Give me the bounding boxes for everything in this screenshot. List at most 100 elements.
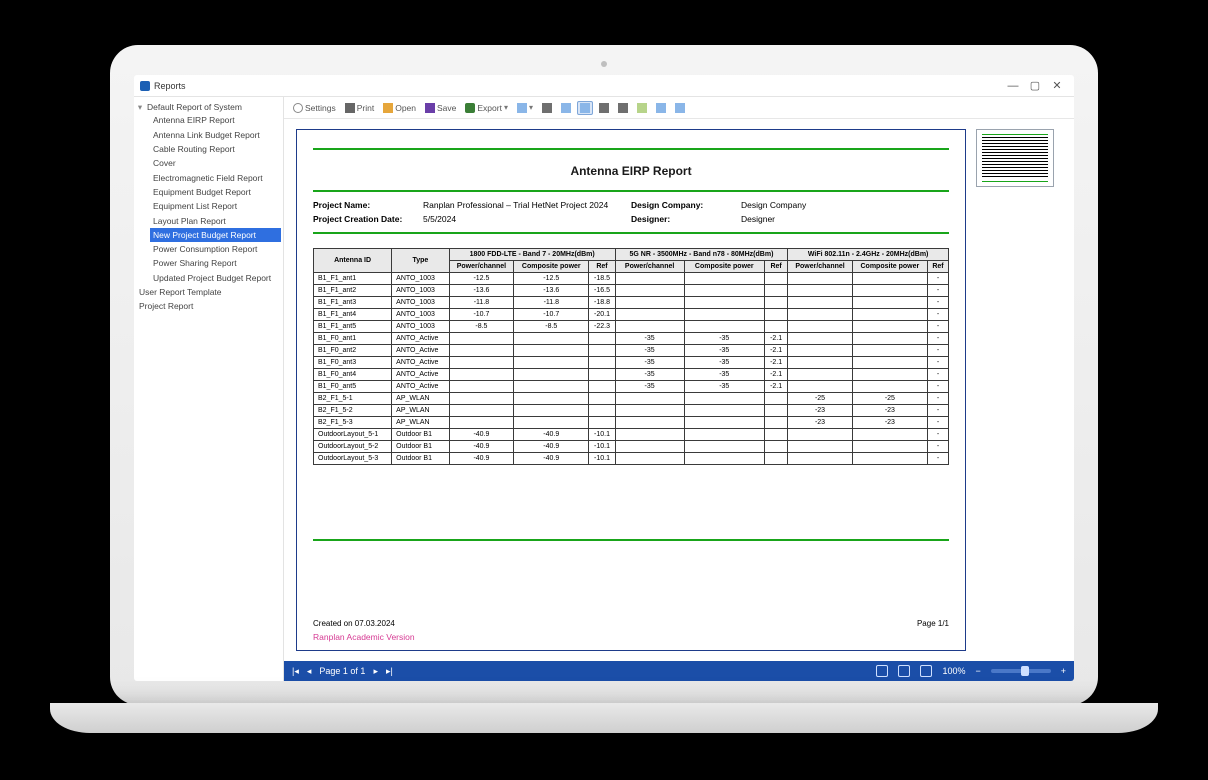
table-cell: -: [927, 285, 948, 297]
tree-item[interactable]: Power Sharing Report: [150, 256, 281, 270]
table-row: B1_F0_ant5ANTO_Active-35-35-2.1-: [314, 381, 949, 393]
table-cell: Outdoor B1: [392, 441, 450, 453]
table-cell: [788, 297, 853, 309]
table-cell: [788, 369, 853, 381]
tree-item[interactable]: Equipment Budget Report: [150, 185, 281, 199]
table-cell: -13.6: [514, 285, 589, 297]
maximize-button[interactable]: ▢: [1024, 79, 1046, 92]
export-icon: [465, 103, 475, 113]
toolbar-btn-g[interactable]: [634, 101, 650, 115]
table-cell: [615, 321, 684, 333]
table-cell: -10.7: [514, 309, 589, 321]
zoom-in[interactable]: +: [1061, 666, 1066, 676]
toolbar-btn-c[interactable]: [558, 101, 574, 115]
report-tree[interactable]: ▾ Default Report of System Antenna EIRP …: [134, 97, 284, 681]
open-button[interactable]: Open: [380, 101, 419, 115]
tree-item[interactable]: Updated Project Budget Report: [150, 271, 281, 285]
table-cell: [764, 393, 787, 405]
tool-icon: [637, 103, 647, 113]
report-page: Antenna EIRP Report Project Name: Ranpla…: [296, 129, 966, 651]
table-cell: OutdoorLayout_5-1: [314, 429, 392, 441]
table-cell: B1_F1_ant5: [314, 321, 392, 333]
table-cell: [684, 273, 764, 285]
export-button[interactable]: Export▾: [462, 101, 511, 115]
toolbar-btn-i[interactable]: [672, 101, 688, 115]
table-cell: [449, 357, 514, 369]
settings-label: Settings: [305, 103, 336, 113]
tree-item[interactable]: Cable Routing Report: [150, 142, 281, 156]
page-footer: Created on 07.03.2024 Page 1/1: [313, 619, 949, 628]
table-row: B1_F0_ant4ANTO_Active-35-35-2.1-: [314, 369, 949, 381]
open-icon: [383, 103, 393, 113]
table-cell: [788, 309, 853, 321]
close-button[interactable]: ✕: [1046, 79, 1068, 92]
table-cell: [788, 453, 853, 465]
toolbar-btn-d[interactable]: [577, 101, 593, 115]
view-mode-icon[interactable]: [876, 665, 888, 677]
table-cell: -2.1: [764, 345, 787, 357]
view-mode-icon[interactable]: [898, 665, 910, 677]
nav-first[interactable]: |◂: [292, 666, 299, 677]
toolbar-btn-b[interactable]: [539, 101, 555, 115]
nav-last[interactable]: ▸|: [386, 666, 393, 677]
zoom-out[interactable]: −: [975, 666, 980, 676]
table-cell: B1_F1_ant3: [314, 297, 392, 309]
zoom-slider[interactable]: [991, 669, 1051, 673]
tree-item[interactable]: Antenna Link Budget Report: [150, 128, 281, 142]
titlebar: Reports — ▢ ✕: [134, 75, 1074, 97]
tree-root[interactable]: ▾ Default Report of System: [136, 101, 281, 113]
minimize-button[interactable]: —: [1002, 80, 1024, 92]
table-cell: -11.8: [449, 297, 514, 309]
tree-item[interactable]: Electromagnetic Field Report: [150, 171, 281, 185]
settings-button[interactable]: Settings: [290, 101, 339, 115]
table-cell: [589, 381, 615, 393]
toolbar-btn-h[interactable]: [653, 101, 669, 115]
table-cell: ANTO_Active: [392, 333, 450, 345]
table-cell: -35: [684, 333, 764, 345]
table-cell: -11.8: [514, 297, 589, 309]
table-cell: -35: [684, 345, 764, 357]
table-row: B2_F1_5-2AP_WLAN-23-23-: [314, 405, 949, 417]
tree-item[interactable]: Equipment List Report: [150, 199, 281, 213]
table-cell: B1_F0_ant5: [314, 381, 392, 393]
tree-item[interactable]: Power Consumption Report: [150, 242, 281, 256]
table-cell: -12.5: [514, 273, 589, 285]
tree-item[interactable]: Layout Plan Report: [150, 214, 281, 228]
divider: [313, 148, 949, 150]
view-mode-icon[interactable]: [920, 665, 932, 677]
nav-next[interactable]: ▸: [373, 666, 378, 677]
toolbar-btn-f[interactable]: [615, 101, 631, 115]
table-cell: -23: [852, 417, 927, 429]
nav-prev[interactable]: ◂: [307, 666, 312, 677]
table-cell: [615, 453, 684, 465]
table-cell: [788, 357, 853, 369]
tree-item[interactable]: Project Report: [136, 299, 281, 313]
tree-item[interactable]: Cover: [150, 156, 281, 170]
table-cell: [684, 441, 764, 453]
toolbar-btn-e[interactable]: [596, 101, 612, 115]
page-thumbnail[interactable]: [976, 129, 1054, 187]
tree-item[interactable]: Antenna EIRP Report: [150, 113, 281, 127]
tree-item[interactable]: User Report Template: [136, 285, 281, 299]
toolbar-btn-a[interactable]: ▾: [514, 101, 536, 115]
table-cell: [764, 453, 787, 465]
table-row: B1_F0_ant2ANTO_Active-35-35-2.1-: [314, 345, 949, 357]
table-cell: B1_F0_ant2: [314, 345, 392, 357]
table-cell: -35: [615, 381, 684, 393]
tree-item[interactable]: New Project Budget Report: [150, 228, 281, 242]
table-row: B1_F0_ant1ANTO_Active-35-35-2.1-: [314, 333, 949, 345]
tree-caret-icon[interactable]: ▾: [136, 101, 144, 113]
divider: [313, 190, 949, 192]
table-cell: B1_F1_ant4: [314, 309, 392, 321]
table-cell: B2_F1_5-1: [314, 393, 392, 405]
table-cell: [788, 381, 853, 393]
table-row: B1_F1_ant3ANTO_1003-11.8-11.8-18.8-: [314, 297, 949, 309]
save-button[interactable]: Save: [422, 101, 459, 115]
table-row: OutdoorLayout_5-1Outdoor B1-40.9-40.9-10…: [314, 429, 949, 441]
table-cell: -2.1: [764, 369, 787, 381]
table-cell: [514, 369, 589, 381]
print-button[interactable]: Print: [342, 101, 377, 115]
table-cell: B1_F1_ant1: [314, 273, 392, 285]
table-cell: -: [927, 333, 948, 345]
window-title: Reports: [154, 81, 186, 91]
